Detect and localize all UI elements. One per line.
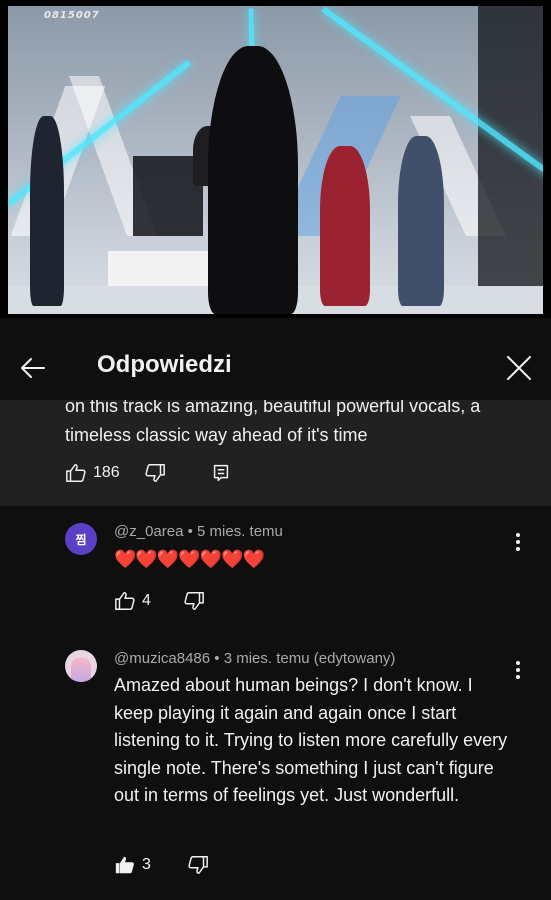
- performer-dancer: [398, 136, 444, 306]
- video-stamp: 0815007: [44, 10, 100, 21]
- performer-singer: [208, 46, 298, 314]
- like-filled-icon[interactable]: [114, 854, 136, 876]
- performer-guitarist: [30, 116, 64, 306]
- dislike-icon[interactable]: [183, 590, 205, 612]
- avatar[interactable]: 찜: [65, 523, 97, 555]
- more-options-button[interactable]: [508, 658, 528, 680]
- page-title: Odpowiedzi: [97, 351, 232, 378]
- reply-author-line: @z_0area • 5 mies. temu: [114, 523, 283, 540]
- reply-timestamp: • 3 mies. temu (edytowany): [214, 650, 396, 667]
- reply-author-line: @muzica8486 • 3 mies. temu (edytowany): [114, 650, 395, 667]
- avatar-image: [71, 658, 91, 682]
- sheet-header: Odpowiedzi: [0, 318, 551, 400]
- reply-timestamp: • 5 mies. temu: [187, 523, 283, 540]
- avatar[interactable]: [65, 650, 97, 682]
- reply-author[interactable]: @muzica8486: [114, 650, 210, 667]
- arrow-left-icon: [21, 358, 45, 378]
- video-player[interactable]: 0815007: [0, 0, 551, 318]
- video-frame: 0815007: [8, 6, 543, 314]
- reply-actions: 4: [114, 590, 205, 612]
- parent-comment: on this track is amazing, beautiful powe…: [0, 400, 551, 506]
- reply-item: 찜 @z_0area • 5 mies. temu ❤️❤️❤️❤️❤️❤️❤️…: [0, 518, 551, 638]
- replies-sheet: Odpowiedzi on this track is amazing, bea…: [0, 318, 551, 900]
- dislike-icon[interactable]: [187, 854, 209, 876]
- back-button[interactable]: [18, 353, 48, 383]
- dislike-icon[interactable]: [144, 462, 166, 484]
- parent-comment-text: on this track is amazing, beautiful powe…: [65, 400, 535, 450]
- parent-comment-actions: 186: [65, 462, 232, 484]
- more-options-button[interactable]: [508, 530, 528, 552]
- like-count: 186: [93, 464, 120, 481]
- reply-text: Amazed about human beings? I don't know.…: [114, 675, 508, 805]
- reply-item: @muzica8486 • 3 mies. temu (edytowany) A…: [0, 648, 551, 900]
- like-icon[interactable]: [114, 590, 136, 612]
- parent-comment-line-partial: on this track is amazing, beautiful powe…: [65, 400, 481, 416]
- reply-author[interactable]: @z_0area: [114, 523, 183, 540]
- close-button[interactable]: [504, 353, 534, 383]
- parent-comment-line: timeless classic way ahead of it's time: [65, 425, 368, 445]
- like-icon[interactable]: [65, 462, 87, 484]
- like-count: 3: [142, 856, 151, 873]
- reply-actions: 3: [114, 854, 209, 876]
- reply-text: ❤️❤️❤️❤️❤️❤️❤️: [114, 549, 265, 569]
- performer-keyboardist: [320, 146, 370, 306]
- reply-icon[interactable]: [210, 462, 232, 484]
- like-count: 4: [142, 592, 151, 609]
- close-icon: [507, 356, 531, 380]
